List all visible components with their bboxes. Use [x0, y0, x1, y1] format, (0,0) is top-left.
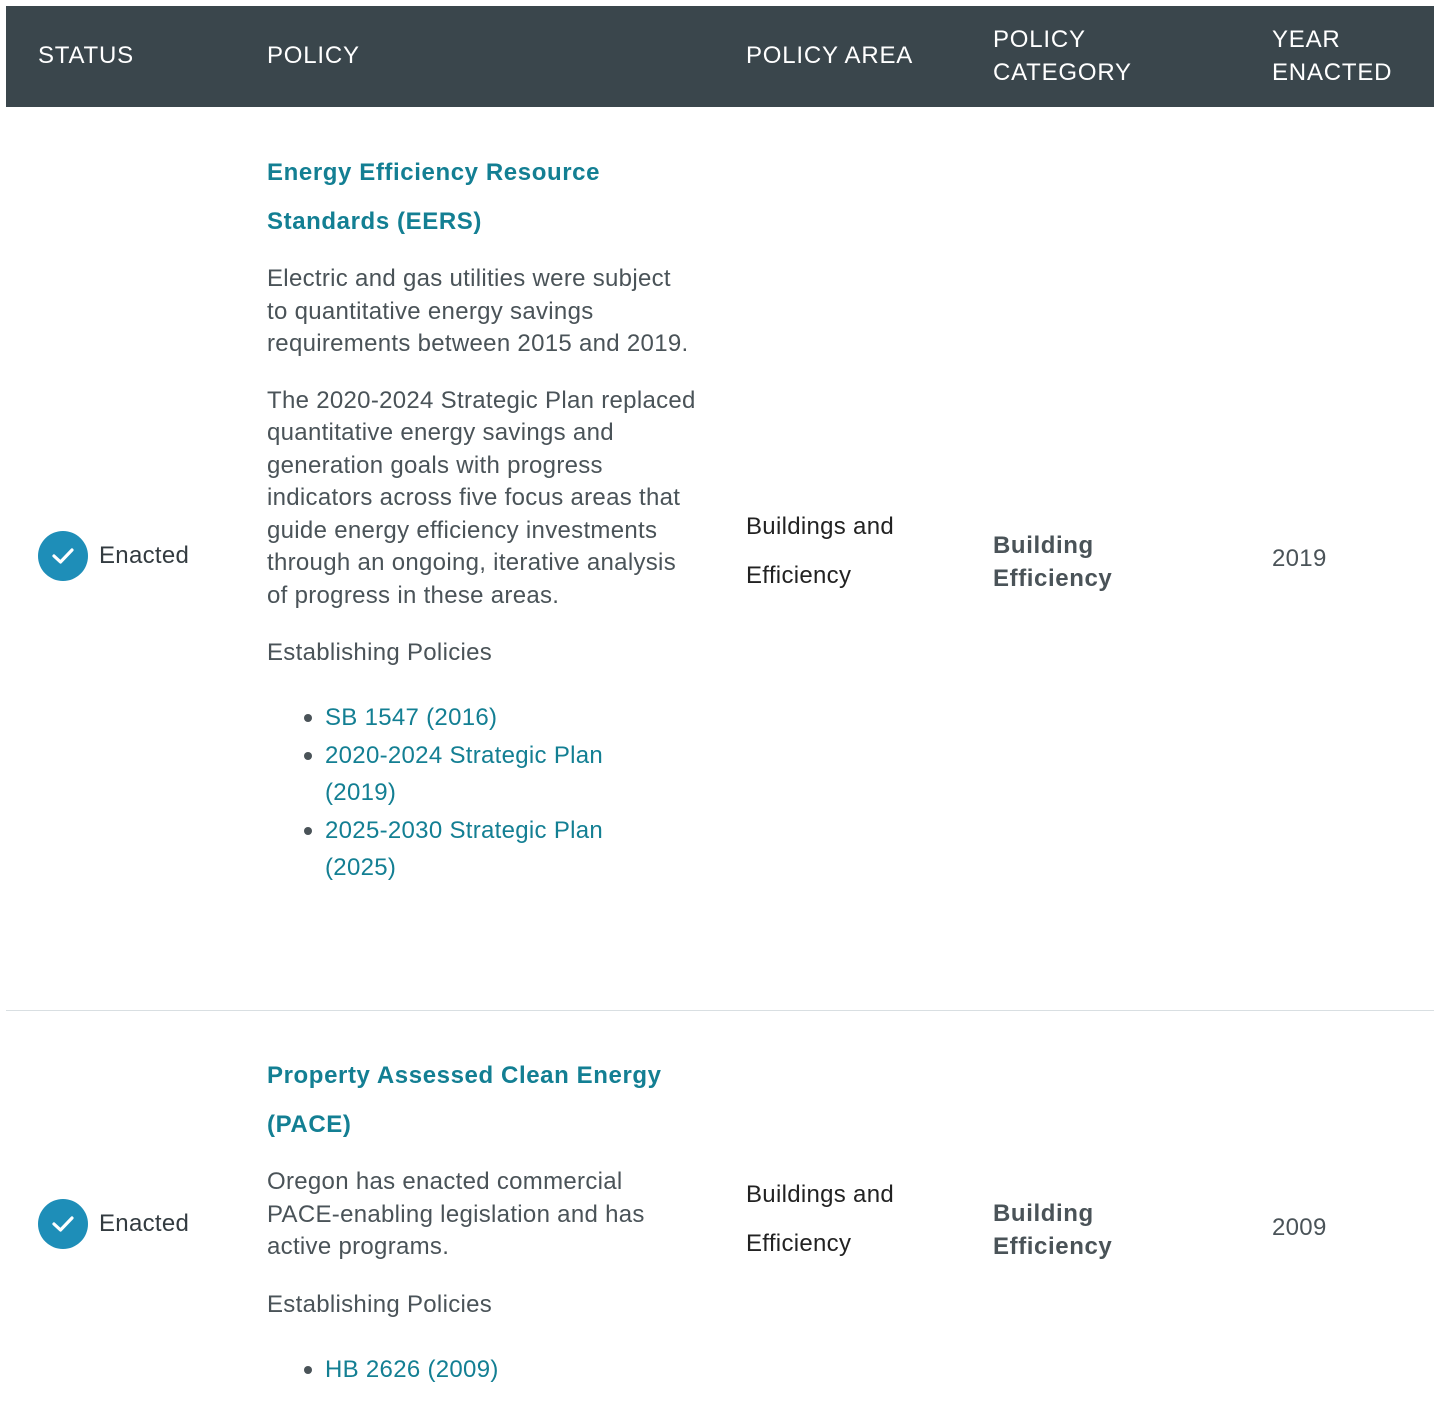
- establishing-policies-label: Establishing Policies: [267, 1290, 493, 1318]
- establishing-policies-list: HB 2626 (2009): [267, 1351, 665, 1389]
- year-enacted-cell: 2009: [1272, 1214, 1327, 1241]
- bullet-icon: [304, 1365, 312, 1374]
- check-circle-icon: [38, 531, 88, 581]
- policy-category-cell: Building Efficiency: [993, 532, 1113, 592]
- policy-table: STATUS POLICY POLICY AREA POLICY CATEGOR…: [6, 6, 1434, 1411]
- list-item: HB 2626 (2009): [303, 1351, 665, 1389]
- policy-title-link[interactable]: Energy Efficiency Resource Standards (EE…: [267, 148, 697, 246]
- policy-description: The 2020-2024 Strategic Plan replaced qu…: [267, 386, 696, 609]
- policy-area-cell: Buildings and Efficiency: [746, 1181, 895, 1257]
- policy-link[interactable]: SB 1547 (2016): [325, 704, 497, 731]
- header-policy-category[interactable]: POLICY CATEGORY: [993, 23, 1193, 89]
- list-item: SB 1547 (2016): [303, 699, 665, 737]
- bullet-icon: [304, 751, 312, 760]
- header-status[interactable]: STATUS: [38, 39, 134, 72]
- header-year-enacted[interactable]: YEAR ENACTED: [1272, 23, 1432, 89]
- bullet-icon: [304, 714, 312, 722]
- list-item: 2020-2024 Strategic Plan (2019): [303, 737, 665, 812]
- status-cell: Enacted: [38, 531, 189, 581]
- bullet-icon: [304, 826, 312, 835]
- policy-category-cell: Building Efficiency: [993, 1200, 1113, 1260]
- table-header: STATUS POLICY POLICY AREA POLICY CATEGOR…: [6, 6, 1434, 107]
- policy-area-cell: Buildings and Efficiency: [746, 513, 895, 589]
- policy-cell: Property Assessed Clean Energy (PACE) Or…: [267, 1051, 697, 1388]
- establishing-policies-label: Establishing Policies: [267, 639, 493, 666]
- policy-link[interactable]: 2020-2024 Strategic Plan (2019): [325, 742, 603, 807]
- policy-cell: Energy Efficiency Resource Standards (EE…: [267, 148, 697, 887]
- status-label: Enacted: [99, 1210, 190, 1237]
- year-enacted-cell: 2019: [1272, 545, 1327, 572]
- header-policy-area[interactable]: POLICY AREA: [746, 39, 913, 72]
- policy-description: Oregon has enacted commercial PACE-enabl…: [267, 1168, 645, 1260]
- table-row: Enacted Property Assessed Clean Energy (…: [6, 1011, 1434, 1411]
- policy-link[interactable]: 2025-2030 Strategic Plan (2025): [325, 817, 603, 882]
- check-circle-icon: [38, 1199, 88, 1249]
- policy-link[interactable]: HB 2626 (2009): [325, 1356, 499, 1383]
- establishing-policies-list: SB 1547 (2016) 2020-2024 Strategic Plan …: [267, 699, 665, 887]
- policy-title-link[interactable]: Property Assessed Clean Energy (PACE): [267, 1051, 697, 1149]
- policy-description: Electric and gas utilities were subject …: [267, 265, 689, 357]
- header-policy[interactable]: POLICY: [267, 39, 360, 72]
- status-cell: Enacted: [38, 1199, 189, 1249]
- table-row: Enacted Energy Efficiency Resource Stand…: [6, 107, 1434, 1011]
- list-item: 2025-2030 Strategic Plan (2025): [303, 812, 665, 887]
- status-label: Enacted: [99, 542, 190, 569]
